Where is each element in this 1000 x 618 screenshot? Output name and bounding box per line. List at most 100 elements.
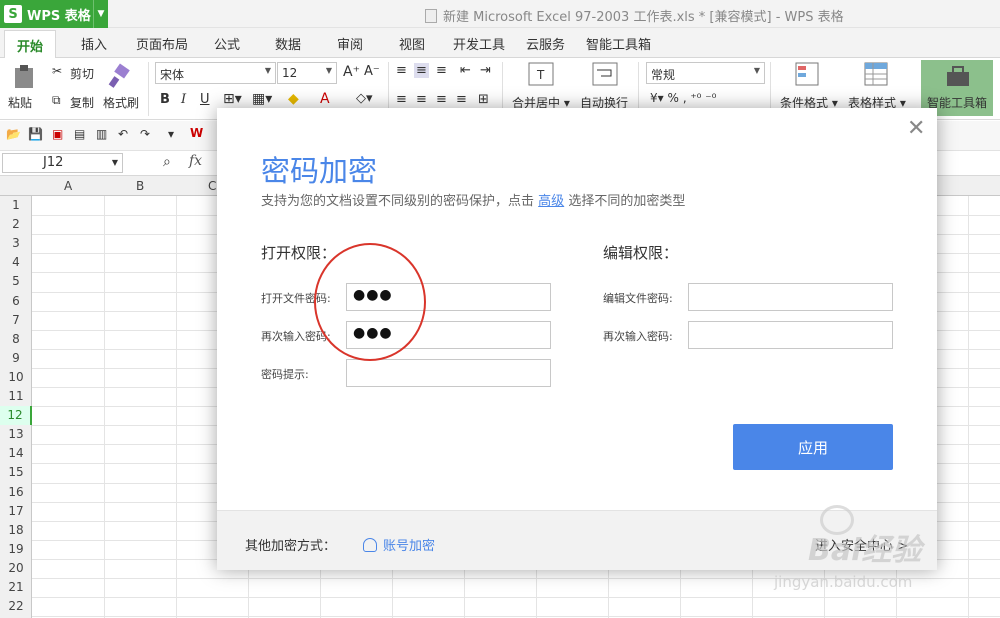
toolbox-icon <box>947 66 969 86</box>
justify-icon[interactable]: ≡ <box>456 92 467 107</box>
underline-icon[interactable]: U <box>200 92 210 107</box>
advanced-link[interactable]: 高级 <box>538 194 564 209</box>
tab-formula[interactable]: 公式 <box>214 34 240 53</box>
tab-page-layout[interactable]: 页面布局 <box>136 34 188 53</box>
font-size-select[interactable]: 12 ▼ <box>277 62 337 84</box>
other-encryption-label: 其他加密方式： <box>245 539 337 554</box>
align-center-icon[interactable]: ≡ <box>416 92 427 107</box>
print-icon[interactable]: ▤ <box>74 127 88 141</box>
row-header-22[interactable]: 22 <box>0 597 32 616</box>
edit-password-field[interactable] <box>688 283 893 311</box>
svg-text:T: T <box>536 68 545 82</box>
format-painter-button[interactable]: 格式刷 <box>103 94 139 111</box>
conditional-format-icon <box>795 62 819 86</box>
fill-color-icon[interactable]: ◆ <box>288 91 299 107</box>
indent-decrease-icon[interactable]: ⇤ <box>460 63 471 78</box>
bold-icon[interactable]: B <box>160 92 170 107</box>
app-menu-button[interactable]: S WPS 表格 ▼ <box>0 0 108 28</box>
row-header-13[interactable]: 13 <box>0 425 32 444</box>
row-header-9[interactable]: 9 <box>0 349 32 368</box>
save-icon[interactable]: 💾 <box>28 127 43 141</box>
redo-icon[interactable]: ↷ <box>140 127 154 141</box>
increase-font-icon[interactable]: A⁺ <box>343 64 360 80</box>
row-header-7[interactable]: 7 <box>0 311 32 330</box>
open-permission-heading: 打开权限： <box>261 244 337 262</box>
align-right-icon[interactable]: ≡ <box>436 92 447 107</box>
cut-icon: ✂ <box>52 64 63 78</box>
tab-home[interactable]: 开始 <box>4 30 57 59</box>
dialog-title: 密码加密 <box>261 154 378 188</box>
account-encrypt-link[interactable]: 账号加密 <box>363 535 435 554</box>
export-pdf-icon[interactable]: ▣ <box>52 127 66 141</box>
align-bottom-icon[interactable]: ≡ <box>436 63 447 78</box>
wps-w-icon[interactable]: W <box>190 126 204 140</box>
function-icon[interactable]: fx <box>189 153 202 169</box>
column-header-c[interactable]: C <box>208 179 216 193</box>
customize-arrow-icon[interactable]: ▾ <box>168 127 182 141</box>
row-header: 1 2 3 4 5 6 7 8 9 10 11 12 13 14 15 16 17 18 19 20 21 22 <box>0 196 32 618</box>
row-header-1[interactable]: 1 <box>0 196 32 215</box>
distributed-icon[interactable]: ⊞ <box>478 92 489 107</box>
title-bar: S WPS 表格 ▼ 新建 Microsoft Excel 97-2003 工作… <box>0 0 1000 28</box>
row-header-10[interactable]: 10 <box>0 368 32 387</box>
tab-smart-toolbox[interactable]: 智能工具箱 <box>586 34 651 53</box>
row-header-14[interactable]: 14 <box>0 444 32 463</box>
indent-increase-icon[interactable]: ⇥ <box>480 63 491 78</box>
app-name: WPS 表格 <box>27 8 91 24</box>
undo-icon[interactable]: ↶ <box>118 127 132 141</box>
row-header-6[interactable]: 6 <box>0 292 32 311</box>
row-header-5[interactable]: 5 <box>0 272 32 291</box>
column-header-b[interactable]: B <box>136 179 144 193</box>
row-header-3[interactable]: 3 <box>0 234 32 253</box>
name-box[interactable]: J12 ▼ <box>2 153 123 173</box>
row-header-2[interactable]: 2 <box>0 215 32 234</box>
column-header-a[interactable]: A <box>64 179 72 193</box>
wrap-text-icon <box>592 62 618 86</box>
edit-confirm-label: 再次输入密码: <box>603 330 673 343</box>
row-header-11[interactable]: 11 <box>0 387 32 406</box>
row-header-12[interactable]: 12 <box>0 406 32 426</box>
apply-button[interactable]: 应用 <box>733 424 893 470</box>
row-header-17[interactable]: 17 <box>0 502 32 521</box>
chevron-down-icon[interactable]: ▼ <box>93 0 108 28</box>
tab-cloud[interactable]: 云服务 <box>526 34 565 53</box>
print-preview-icon[interactable]: ▥ <box>96 127 110 141</box>
row-header-15[interactable]: 15 <box>0 463 32 482</box>
decrease-font-icon[interactable]: A⁻ <box>364 64 380 79</box>
tab-developer[interactable]: 开发工具 <box>453 34 505 53</box>
search-icon[interactable]: ⌕ <box>163 154 171 170</box>
table-style-icon <box>864 62 888 86</box>
align-middle-icon[interactable]: ≡ <box>414 63 429 78</box>
paste-button[interactable]: 粘贴 <box>8 94 32 111</box>
fill-pattern-icon[interactable]: ▦▾ <box>252 91 272 107</box>
font-name-select[interactable]: 宋体 ▼ <box>155 62 276 84</box>
clear-format-icon[interactable]: ◇▾ <box>356 91 373 106</box>
tab-view[interactable]: 视图 <box>399 34 425 53</box>
close-icon[interactable]: ✕ <box>907 118 925 140</box>
number-format-select[interactable]: 常规 ▼ <box>646 62 765 84</box>
edit-confirm-field[interactable] <box>688 321 893 349</box>
copy-button[interactable]: 复制 <box>70 94 94 111</box>
cut-button[interactable]: 剪切 <box>70 65 94 82</box>
tab-data[interactable]: 数据 <box>275 34 301 53</box>
border-icon[interactable]: ⊞▾ <box>223 91 242 107</box>
edit-permission-heading: 编辑权限： <box>603 244 679 262</box>
currency-icon[interactable]: ¥▾ % ‚ ⁺⁰ ⁻⁰ <box>650 91 716 105</box>
row-header-21[interactable]: 21 <box>0 578 32 597</box>
open-folder-icon[interactable]: 📂 <box>6 127 21 141</box>
row-header-8[interactable]: 8 <box>0 330 32 349</box>
row-header-16[interactable]: 16 <box>0 483 32 502</box>
password-hint-label: 密码提示: <box>261 368 309 381</box>
italic-icon[interactable]: I <box>181 92 186 107</box>
align-top-icon[interactable]: ≡ <box>396 63 407 78</box>
row-header-20[interactable]: 20 <box>0 559 32 578</box>
row-header-4[interactable]: 4 <box>0 253 32 272</box>
row-header-18[interactable]: 18 <box>0 521 32 540</box>
wps-logo-icon: S <box>4 5 22 23</box>
tab-insert[interactable]: 插入 <box>81 34 107 53</box>
row-header-19[interactable]: 19 <box>0 540 32 559</box>
font-color-icon[interactable]: A <box>320 91 330 107</box>
password-hint-field[interactable] <box>346 359 551 387</box>
tab-review[interactable]: 审阅 <box>337 34 363 53</box>
align-left-icon[interactable]: ≡ <box>396 92 407 107</box>
